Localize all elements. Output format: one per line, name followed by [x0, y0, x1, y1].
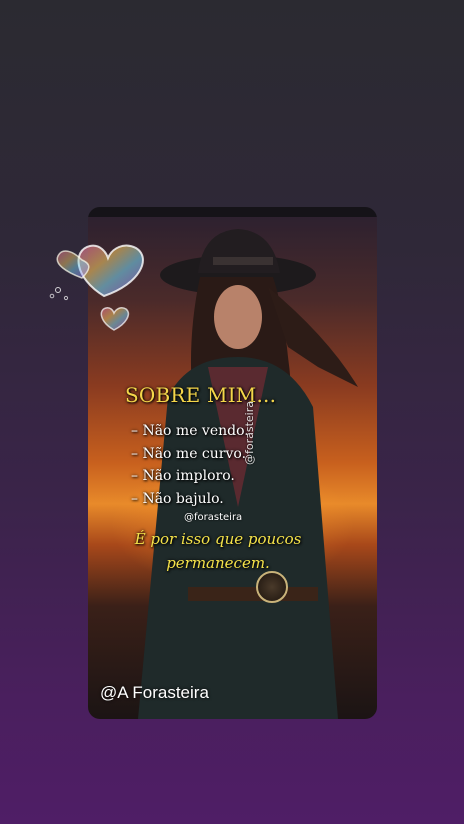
- statement-line: – Não me curvo.: [131, 445, 247, 462]
- quote-text: É por isso que poucos permanecem.: [118, 527, 318, 575]
- statement-list: – Não me vendo. – Não me curvo. – Não im…: [131, 420, 249, 510]
- statement-line: – Não imploro.: [131, 468, 235, 484]
- statement-line: – Não me vendo.: [131, 423, 249, 439]
- watermark-vertical: @forasteira: [243, 401, 256, 465]
- author-handle[interactable]: @A Forasteira: [100, 683, 209, 703]
- quote-line-2: permanecem.: [166, 554, 270, 572]
- watermark-small: @forasteira: [184, 512, 243, 523]
- statement-line: – Não bajulo.: [131, 490, 224, 507]
- quote-line-1: É por isso que poucos: [134, 530, 302, 548]
- compass-icon: [256, 571, 288, 603]
- heart-bubbles-icon[interactable]: [44, 238, 156, 338]
